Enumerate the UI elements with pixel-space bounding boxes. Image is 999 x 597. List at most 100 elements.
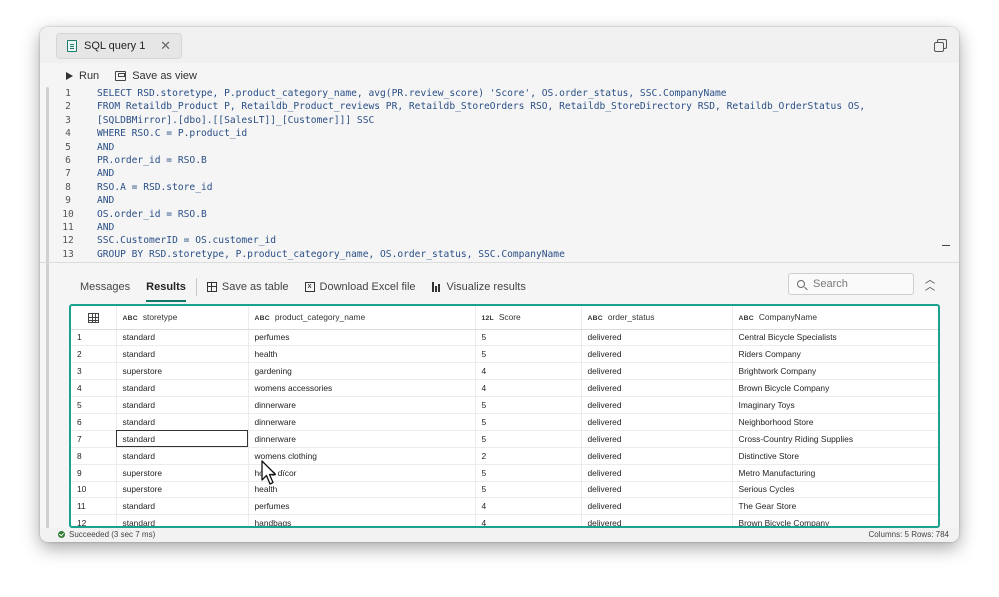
pane-divider[interactable] xyxy=(40,262,959,263)
table-cell[interactable]: superstore xyxy=(116,481,249,499)
table-cell[interactable]: Brightwork Company xyxy=(732,362,938,381)
table-cell[interactable]: delivered xyxy=(581,464,733,482)
table-row[interactable]: 2 standard health 5 delivered Riders Company xyxy=(71,345,938,364)
table-cell[interactable]: 5 xyxy=(475,345,582,364)
table-cell[interactable]: health xyxy=(248,481,476,499)
tab-messages[interactable]: Messages xyxy=(80,275,130,299)
close-tab-icon[interactable]: ✕ xyxy=(160,39,171,53)
save-as-view-button[interactable]: Save as view xyxy=(115,70,197,82)
row-number[interactable]: 1 xyxy=(71,329,117,347)
table-cell[interactable]: delivered xyxy=(581,413,733,431)
row-number[interactable]: 10 xyxy=(71,481,117,499)
table-cell[interactable]: 5 xyxy=(475,329,582,347)
table-cell[interactable]: standard xyxy=(116,497,249,516)
table-cell[interactable]: delivered xyxy=(581,362,733,381)
row-number[interactable]: 12 xyxy=(71,514,117,526)
table-cell[interactable]: home dïcor xyxy=(248,464,476,482)
table-row[interactable]: 11 standard perfumes 4 delivered The Gear Sto… xyxy=(71,497,938,516)
table-cell[interactable]: health xyxy=(248,345,476,364)
table-cell[interactable]: perfumes xyxy=(248,497,476,516)
row-number[interactable]: 3 xyxy=(71,362,117,381)
table-cell[interactable]: delivered xyxy=(581,514,733,526)
row-number[interactable]: 7 xyxy=(71,430,117,448)
row-number[interactable]: 6 xyxy=(71,413,117,431)
visualize-results-button[interactable]: Visualize results xyxy=(431,275,526,299)
table-cell[interactable]: womens accessories xyxy=(248,379,476,398)
table-cell[interactable]: 5 xyxy=(475,464,582,482)
row-number[interactable]: 5 xyxy=(71,396,117,414)
table-cell[interactable]: standard xyxy=(116,379,249,398)
table-cell[interactable]: delivered xyxy=(581,396,733,414)
table-cell[interactable]: Serious Cycles xyxy=(732,481,938,499)
table-cell[interactable]: standard xyxy=(116,447,249,465)
row-number[interactable]: 2 xyxy=(71,345,117,364)
table-row[interactable]: 9 superstore home dïcor 5 delivered Metro Man… xyxy=(71,464,938,482)
row-number[interactable]: 9 xyxy=(71,464,117,482)
table-cell[interactable]: Central Bicycle Specialists xyxy=(732,329,938,347)
table-cell[interactable]: delivered xyxy=(581,379,733,398)
table-cell[interactable]: 5 xyxy=(475,396,582,414)
table-cell[interactable]: Imaginary Toys xyxy=(732,396,938,414)
table-cell[interactable]: delivered xyxy=(581,447,733,465)
table-cell[interactable]: delivered xyxy=(581,481,733,499)
table-row[interactable]: 12 standard handbags 4 delivered Brown Bicycl… xyxy=(71,514,938,526)
table-cell[interactable]: dinnerware xyxy=(248,430,476,448)
table-cell[interactable]: perfumes xyxy=(248,329,476,347)
select-all-header[interactable] xyxy=(71,306,117,330)
table-cell[interactable]: standard xyxy=(116,396,249,414)
column-header[interactable]: ABC product_category_name xyxy=(248,306,476,330)
table-row[interactable]: 4 standard womens accessories 4 delivered Bro… xyxy=(71,379,938,398)
table-cell[interactable]: 4 xyxy=(475,514,582,526)
table-cell[interactable]: 4 xyxy=(475,497,582,516)
table-cell[interactable]: delivered xyxy=(581,329,733,347)
table-row[interactable]: 10 superstore health 5 delivered Serious Cycl… xyxy=(71,481,938,499)
table-cell[interactable]: womens clothing xyxy=(248,447,476,465)
table-row[interactable]: 8 standard womens clothing 2 delivered Distin… xyxy=(71,447,938,465)
column-header[interactable]: ABC storetype xyxy=(116,306,249,330)
code-editor[interactable]: 1 SELECT RSD.storetype, P.product_categor… xyxy=(48,85,950,260)
table-cell[interactable]: 4 xyxy=(475,362,582,381)
table-cell[interactable]: 5 xyxy=(475,413,582,431)
table-cell[interactable]: 2 xyxy=(475,447,582,465)
table-cell[interactable]: Riders Company xyxy=(732,345,938,364)
table-row[interactable]: 7 standard dinnerware 5 delivered Cross-Count… xyxy=(71,430,938,448)
search-input[interactable]: Search xyxy=(788,273,914,295)
table-cell[interactable]: dinnerware xyxy=(248,396,476,414)
table-cell[interactable]: 5 xyxy=(475,430,582,448)
table-cell[interactable]: superstore xyxy=(116,362,249,381)
table-cell[interactable]: Brown Bicycle Company xyxy=(732,379,938,398)
row-number[interactable]: 8 xyxy=(71,447,117,465)
table-cell[interactable]: standard xyxy=(116,345,249,364)
table-cell[interactable]: The Gear Store xyxy=(732,497,938,516)
column-header[interactable]: ABC CompanyName xyxy=(732,306,938,330)
table-cell[interactable]: delivered xyxy=(581,345,733,364)
table-cell[interactable]: Cross-Country Riding Supplies xyxy=(732,430,938,448)
table-row[interactable]: 3 superstore gardening 4 delivered Brightwork… xyxy=(71,362,938,381)
table-cell[interactable]: standard xyxy=(116,430,249,448)
table-row[interactable]: 6 standard dinnerware 5 delivered Neighborhoo… xyxy=(71,413,938,431)
table-cell[interactable]: delivered xyxy=(581,497,733,516)
table-row[interactable]: 5 standard dinnerware 5 delivered Imaginary T… xyxy=(71,396,938,414)
column-header[interactable]: ABC order_status xyxy=(581,306,733,330)
table-cell[interactable]: Neighborhood Store xyxy=(732,413,938,431)
column-header[interactable]: 12L Score xyxy=(475,306,582,330)
download-excel-button[interactable]: x Download Excel file xyxy=(304,275,416,299)
table-cell[interactable]: gardening xyxy=(248,362,476,381)
tab-sql-query-1[interactable]: SQL query 1 ✕ xyxy=(56,33,182,59)
run-button[interactable]: Run xyxy=(66,70,99,82)
row-number[interactable]: 4 xyxy=(71,379,117,398)
table-cell[interactable]: standard xyxy=(116,413,249,431)
row-number[interactable]: 11 xyxy=(71,497,117,516)
table-cell[interactable]: Brown Bicycle Company xyxy=(732,514,938,526)
tab-results[interactable]: Results xyxy=(146,275,186,302)
table-row[interactable]: 1 standard perfumes 5 delivered Central Bicyc… xyxy=(71,329,938,347)
restore-window-icon[interactable] xyxy=(934,39,947,52)
table-cell[interactable]: standard xyxy=(116,514,249,526)
table-cell[interactable]: dinnerware xyxy=(248,413,476,431)
table-cell[interactable]: superstore xyxy=(116,464,249,482)
save-as-table-button[interactable]: Save as table xyxy=(206,275,289,299)
table-cell[interactable]: Distinctive Store xyxy=(732,447,938,465)
table-cell[interactable]: delivered xyxy=(581,430,733,448)
table-cell[interactable]: Metro Manufacturing xyxy=(732,464,938,482)
collapse-up-icon[interactable]: ︿ ︿ xyxy=(924,276,936,293)
